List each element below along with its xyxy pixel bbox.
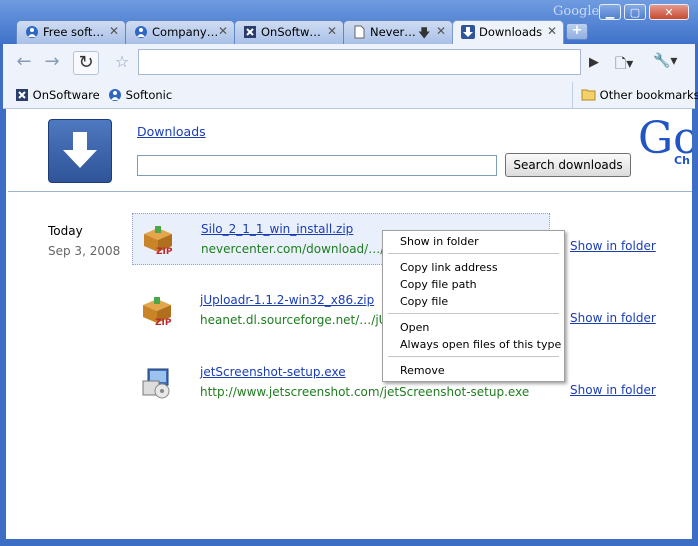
close-icon[interactable]: ✕ <box>547 24 557 38</box>
download-url: heanet.dl.sourceforge.net/…/jUpl <box>200 313 399 327</box>
zip-icon: ZIP <box>143 297 172 327</box>
tab-company[interactable]: Company… ✕ <box>125 20 235 44</box>
star-icon[interactable]: ☆ <box>111 51 133 75</box>
reload-icon[interactable]: ↻ <box>73 51 99 75</box>
onsoftware-icon <box>244 26 256 38</box>
google-brand: Google <box>553 4 600 19</box>
menu-item-always-open[interactable]: Always open files of this type <box>400 338 561 351</box>
show-in-folder-link[interactable]: Show in folder <box>570 311 656 325</box>
context-menu: Show in folder Copy link address Copy fi… <box>382 230 565 382</box>
onsoftware-icon <box>16 89 28 101</box>
folder-icon <box>581 89 596 101</box>
address-bar[interactable] <box>138 49 581 75</box>
tab-downloads[interactable]: Downloads ✕ <box>452 20 564 45</box>
other-bookmarks[interactable]: Other bookmarks <box>581 88 698 102</box>
download-filename[interactable]: jUploadr-1.1.2-win32_x86.zip <box>200 293 374 307</box>
page-icon <box>354 25 365 39</box>
bookmark-label: Softonic <box>125 88 173 102</box>
page-title[interactable]: Downloads <box>137 124 206 139</box>
download-arrow-icon: 🡇 <box>418 26 431 40</box>
download-filename[interactable]: jetScreenshot-setup.exe <box>200 365 346 379</box>
download-filename[interactable]: Silo_2_1_1_win_install.zip <box>201 222 353 236</box>
close-button[interactable]: ✕ <box>649 4 689 20</box>
close-icon[interactable]: ✕ <box>436 24 446 38</box>
bookmark-onsoftware[interactable]: OnSoftware <box>15 88 100 102</box>
google-chrome-logo-sub: Ch <box>674 154 690 167</box>
date-group-label: Today <box>48 224 83 238</box>
bookmarks-divider <box>572 82 573 108</box>
new-tab-button[interactable]: + <box>566 23 588 40</box>
softonic-icon <box>135 26 147 38</box>
downloads-icon <box>461 25 475 39</box>
tab-label: OnSoftw… <box>261 25 321 39</box>
maximize-button[interactable]: ▢ <box>624 4 646 20</box>
search-button[interactable]: Search downloads <box>505 153 631 177</box>
bookmark-label: OnSoftware <box>32 88 100 102</box>
downloads-page: Downloads Search downloads Go Ch Today S… <box>6 109 692 539</box>
softonic-icon <box>26 26 38 38</box>
close-icon[interactable]: ✕ <box>218 24 228 38</box>
search-input[interactable] <box>137 155 497 176</box>
tab-onsoftware[interactable]: OnSoftw… ✕ <box>234 20 344 44</box>
zip-icon: ZIP <box>144 226 173 256</box>
menu-item-open[interactable]: Open <box>400 321 429 334</box>
download-url: nevercenter.com/download/…/Sil <box>201 242 399 256</box>
tab-label: Free soft… <box>43 25 104 39</box>
show-in-folder-link[interactable]: Show in folder <box>570 383 656 397</box>
forward-icon[interactable]: → <box>41 51 63 75</box>
menu-item-remove[interactable]: Remove <box>400 364 445 377</box>
other-bookmarks-label: Other bookmarks <box>599 88 698 102</box>
header-divider <box>8 191 692 192</box>
go-icon[interactable]: ▶ <box>583 52 605 74</box>
close-icon[interactable]: ✕ <box>327 24 337 38</box>
tab-nevercenter[interactable]: Never… 🡇 ✕ <box>343 20 453 44</box>
menu-item-show-in-folder[interactable]: Show in folder <box>400 235 479 248</box>
close-icon[interactable]: ✕ <box>109 24 119 38</box>
wrench-icon[interactable]: 🔧▾ <box>653 53 677 69</box>
softonic-icon <box>109 89 121 101</box>
tab-label: Downloads <box>479 25 543 39</box>
menu-item-copy-file-path[interactable]: Copy file path <box>400 278 477 291</box>
tab-label: Company… <box>152 25 219 39</box>
bookmark-softonic[interactable]: Softonic <box>108 88 172 102</box>
tab-free-software[interactable]: Free soft… ✕ <box>16 20 126 44</box>
menu-separator <box>388 253 559 254</box>
tab-label: Never… <box>370 25 416 39</box>
page-menu-icon[interactable]: 🗋▾ <box>615 53 633 77</box>
svg-text:ZIP: ZIP <box>155 318 172 327</box>
show-in-folder-link[interactable]: Show in folder <box>570 239 656 253</box>
menu-separator <box>388 313 559 314</box>
toolbar: ← → ↻ ☆ ▶ 🗋▾ 🔧▾ <box>3 44 695 82</box>
back-icon[interactable]: ← <box>13 51 35 75</box>
bookmarks-bar: OnSoftware Softonic Other bookmarks <box>3 82 698 109</box>
installer-icon <box>142 368 170 399</box>
date-group-date: Sep 3, 2008 <box>48 244 121 258</box>
minimize-button[interactable]: ▁ <box>599 4 621 20</box>
download-url: http://www.jetscreenshot.com/jetScreensh… <box>200 385 530 399</box>
menu-item-copy-link-address[interactable]: Copy link address <box>400 261 498 274</box>
svg-text:ZIP: ZIP <box>156 247 173 256</box>
downloads-logo-icon <box>48 119 112 183</box>
menu-item-copy-file[interactable]: Copy file <box>400 295 448 308</box>
menu-separator <box>388 356 559 357</box>
browser-window: Google ▁ ▢ ✕ Free soft… ✕ Company… ✕ OnS… <box>0 0 698 546</box>
